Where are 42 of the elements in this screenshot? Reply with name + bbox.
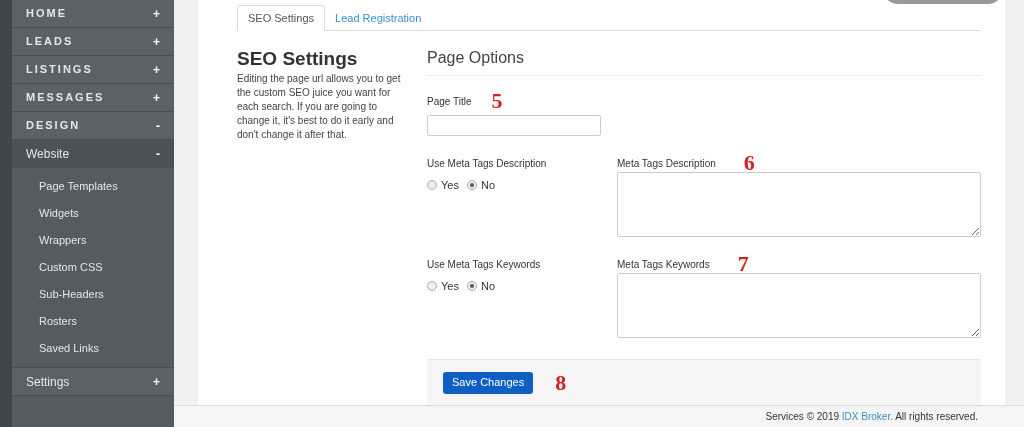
section-description: Editing the page url allows you to get the custom SEO juice you want for each search. If you are going to change it, it's best to do it early and don't change it after that. bbox=[237, 72, 402, 142]
tab[interactable]: SEO Settings bbox=[237, 5, 326, 31]
radio-label: Yes bbox=[441, 279, 459, 294]
field-label: Use Meta Tags Keywords bbox=[427, 258, 542, 272]
radio-button[interactable] bbox=[427, 281, 437, 292]
sidebar-item[interactable]: Settings + bbox=[12, 368, 174, 396]
sidebar-subitem[interactable]: Widgets bbox=[12, 200, 174, 227]
field-label: Meta Tags Keywords bbox=[617, 257, 710, 272]
sidebar-subitem[interactable]: Wrappers bbox=[12, 227, 174, 254]
text-area[interactable] bbox=[617, 273, 981, 338]
radio-button[interactable] bbox=[427, 180, 437, 191]
radio-label: No bbox=[480, 178, 495, 193]
save-changes-button[interactable]: Save Changes bbox=[443, 371, 534, 394]
text-area[interactable] bbox=[617, 172, 981, 237]
radio-button[interactable] bbox=[466, 281, 477, 292]
sidebar-item[interactable]: DESIGN - bbox=[12, 112, 174, 140]
panel-heading: Page Options bbox=[427, 47, 981, 76]
annotation-number: 6 bbox=[743, 152, 755, 174]
sidebar-item[interactable]: LEADS + bbox=[12, 28, 174, 56]
sidebar-subitem[interactable]: Page Templates bbox=[12, 173, 174, 200]
footer-link[interactable]: IDX Broker. bbox=[841, 411, 893, 422]
field-label: Meta Tags Description bbox=[617, 156, 716, 171]
field-label: Page Title bbox=[427, 94, 472, 109]
radio-label: No bbox=[480, 279, 495, 294]
annotation-number: 8 bbox=[555, 371, 567, 394]
radio-label: Yes bbox=[441, 178, 459, 193]
annotation-number: 7 bbox=[737, 253, 749, 275]
sidebar-item[interactable]: Website - bbox=[12, 140, 174, 168]
sidebar-subitem[interactable]: Sub-Headers bbox=[12, 281, 174, 308]
field-label: Use Meta Tags Description bbox=[427, 157, 548, 171]
annotation-number: 5 bbox=[491, 90, 503, 112]
footer-text: Services © 2019 IDX Broker. All rights reserved. bbox=[765, 410, 978, 424]
sidebar-item[interactable]: LISTINGS + bbox=[12, 56, 174, 84]
radio-button[interactable] bbox=[466, 180, 477, 191]
sidebar-subitem[interactable]: Rosters bbox=[12, 308, 174, 335]
sidebar-item[interactable]: MESSAGES + bbox=[12, 84, 174, 112]
section-title: SEO Settings bbox=[237, 47, 359, 71]
page-title-field[interactable] bbox=[427, 115, 601, 136]
tab[interactable]: Lead Registration bbox=[325, 5, 432, 31]
sidebar-item[interactable]: HOME + bbox=[12, 0, 174, 28]
sidebar-subitem[interactable]: Custom CSS bbox=[12, 254, 174, 281]
sidebar-subitem[interactable]: Saved Links bbox=[12, 335, 174, 362]
